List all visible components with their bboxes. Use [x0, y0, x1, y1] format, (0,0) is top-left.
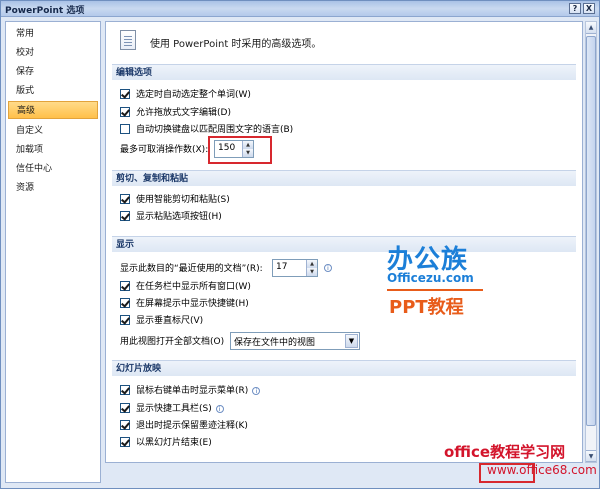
checkbox-checked-icon[interactable]	[120, 297, 130, 308]
checkbox-checked-icon[interactable]	[120, 314, 130, 325]
help-button[interactable]: ?	[569, 3, 581, 14]
undo-label: 最多可取消操作数(X):	[120, 145, 209, 155]
section-display-title: 显示	[112, 236, 576, 252]
section-clipboard-title: 剪切、复制和粘贴	[112, 170, 576, 186]
checkbox-checked-icon[interactable]	[120, 210, 130, 221]
slideshow-option-4[interactable]: 以黑幻灯片结束(E)	[120, 436, 212, 450]
window-title: PowerPoint 选项	[5, 6, 85, 16]
edit-option-3[interactable]: 自动切换键盘以匹配周围文字的语言(B)	[120, 123, 293, 137]
close-button[interactable]: X	[583, 3, 595, 14]
panel-header: 使用 PowerPoint 时采用的高级选项。	[106, 22, 582, 58]
sidebar-item-layout[interactable]: 版式	[6, 82, 100, 100]
checkbox-unchecked-icon[interactable]	[120, 123, 130, 134]
watermark-ppt: PPT教程	[389, 297, 464, 318]
edit-option-1[interactable]: 选定时自动选定整个单词(W)	[120, 88, 251, 102]
checkbox-checked-icon[interactable]	[120, 419, 130, 430]
checkbox-checked-icon[interactable]	[120, 280, 130, 291]
scroll-down-icon[interactable]: ▼	[586, 450, 596, 462]
chevron-down-icon[interactable]: ▼	[345, 334, 358, 348]
view-label: 用此视图打开全部文档(O)	[120, 337, 225, 347]
scroll-thumb[interactable]	[586, 36, 596, 426]
edit-option-2[interactable]: 允许拖放式文字编辑(D)	[120, 106, 231, 120]
slideshow-option-1[interactable]: 鼠标右键单击时显示菜单(R) i	[120, 384, 261, 398]
sidebar-item-customize[interactable]: 自定义	[6, 122, 100, 140]
sidebar-item-resources[interactable]: 资源	[6, 179, 100, 197]
section-edit-title: 编辑选项	[112, 64, 576, 80]
panel-description: 使用 PowerPoint 时采用的高级选项。	[150, 39, 322, 50]
scroll-up-icon[interactable]: ▲	[586, 22, 596, 34]
spin-down-icon[interactable]: ▼	[306, 268, 317, 276]
watermark-divider	[387, 289, 483, 291]
options-dialog: PowerPoint 选项 ? X 常用 校对 保存 版式 高级 自定义 加载项…	[0, 0, 600, 489]
watermark-domain: Officezu.com	[387, 271, 474, 285]
sidebar-item-general[interactable]: 常用	[6, 25, 100, 43]
info-icon: i	[324, 264, 332, 272]
options-panel: 使用 PowerPoint 时采用的高级选项。 编辑选项 选定时自动选定整个单词…	[105, 21, 583, 463]
checkbox-checked-icon[interactable]	[120, 88, 130, 99]
display-option-2[interactable]: 在屏幕提示中显示快捷键(H)	[120, 297, 249, 311]
sidebar-item-advanced[interactable]: 高级	[8, 101, 98, 119]
clipboard-option-2[interactable]: 显示粘贴选项按钮(H)	[120, 210, 222, 224]
watermark-site-name: office教程学习网	[444, 443, 566, 461]
vertical-scrollbar[interactable]: ▲ ▼	[585, 21, 597, 463]
sidebar-item-trust-center[interactable]: 信任中心	[6, 160, 100, 178]
default-view-select[interactable]: 保存在文件中的视图 ▼	[230, 332, 360, 350]
highlight-box	[208, 136, 272, 164]
checkbox-checked-icon[interactable]	[120, 384, 130, 395]
checkbox-checked-icon[interactable]	[120, 402, 130, 413]
spin-up-icon[interactable]: ▲	[306, 260, 317, 268]
display-option-3[interactable]: 显示垂直标尺(V)	[120, 314, 203, 328]
sidebar-item-save[interactable]: 保存	[6, 63, 100, 81]
clipboard-option-1[interactable]: 使用智能剪切和粘贴(S)	[120, 193, 230, 207]
slideshow-option-2[interactable]: 显示快捷工具栏(S) i	[120, 402, 224, 416]
sidebar: 常用 校对 保存 版式 高级 自定义 加载项 信任中心 资源	[5, 21, 101, 483]
checkbox-checked-icon[interactable]	[120, 106, 130, 117]
default-view-value: 保存在文件中的视图	[234, 338, 316, 348]
info-icon: i	[252, 386, 261, 395]
info-icon: i	[215, 404, 224, 413]
recent-docs-label: 显示此数目的“最近使用的文档”(R):	[120, 264, 263, 274]
title-bar: PowerPoint 选项 ? X	[1, 1, 599, 17]
recent-docs-stepper[interactable]: 17 ▲ ▼	[272, 259, 318, 277]
document-icon	[120, 30, 136, 50]
display-option-1[interactable]: 在任务栏中显示所有窗口(W)	[120, 280, 251, 294]
checkbox-checked-icon[interactable]	[120, 193, 130, 204]
sidebar-item-addins[interactable]: 加载项	[6, 141, 100, 159]
section-slideshow-title: 幻灯片放映	[112, 360, 576, 376]
recent-docs-value: 17	[276, 262, 288, 272]
sidebar-item-proofing[interactable]: 校对	[6, 44, 100, 62]
slideshow-option-3[interactable]: 退出时提示保留墨迹注释(K)	[120, 419, 248, 433]
checkbox-checked-icon[interactable]	[120, 436, 130, 447]
watermark-site-url: www.office68.com	[487, 463, 597, 477]
